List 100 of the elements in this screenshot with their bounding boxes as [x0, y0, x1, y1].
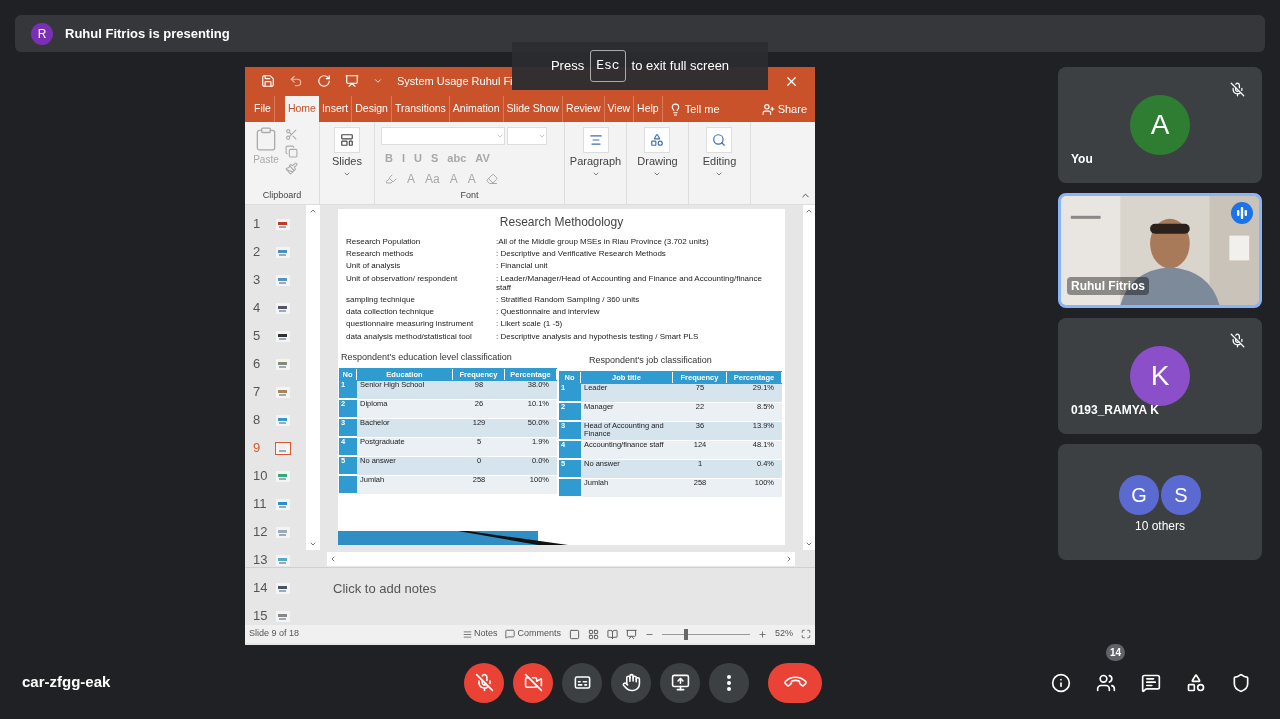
- reading-view-icon[interactable]: [607, 628, 618, 640]
- save-icon[interactable]: [261, 74, 275, 88]
- captions-button[interactable]: [562, 662, 602, 703]
- share-button[interactable]: Share: [759, 96, 809, 122]
- camera-button[interactable]: [513, 662, 553, 703]
- hint-text: Press: [550, 57, 585, 76]
- slide-thumbnail[interactable]: 8: [253, 411, 306, 429]
- slide-thumbnail[interactable]: 9: [253, 439, 306, 457]
- participant-tile[interactable]: A You: [1058, 67, 1262, 183]
- shapes-icon: [1186, 672, 1206, 693]
- slide-thumbnail[interactable]: 5: [253, 327, 306, 345]
- share-icon: [761, 102, 775, 116]
- undo-icon[interactable]: [289, 74, 303, 88]
- font-name-field[interactable]: [381, 127, 505, 145]
- slide-thumbnail[interactable]: 11: [253, 495, 306, 513]
- scroll-right-icon[interactable]: [785, 554, 793, 563]
- slide-thumbnail[interactable]: 7: [253, 383, 306, 401]
- slide-thumbnail[interactable]: 1: [253, 215, 306, 233]
- scroll-up-icon[interactable]: [309, 207, 317, 215]
- esc-key: Esc: [590, 50, 626, 82]
- end-call-button[interactable]: [768, 662, 822, 703]
- slide-counter: Slide 9 of 18: [249, 627, 300, 641]
- fit-slide-icon[interactable]: [801, 629, 811, 639]
- field-label: questionnaire measuring instrument: [346, 319, 475, 329]
- field-label: data analysis method/statistical tool: [346, 331, 473, 341]
- field-value: : Leader/Manager/Head of Accounting and Finance and Accounting/finance staff: [496, 273, 763, 292]
- field-value: : Stratified Random Sampling / 360 units: [496, 294, 641, 305]
- participant-tile[interactable]: Ruhul Fitrios: [1058, 193, 1262, 308]
- participant-name: 10 others: [1134, 518, 1185, 535]
- slide-thumbnail[interactable]: 6: [253, 355, 306, 373]
- comments-button[interactable]: Comments: [505, 627, 561, 641]
- avatar: G: [1119, 475, 1159, 515]
- font-size-field[interactable]: [507, 127, 547, 145]
- slide-thumbnail[interactable]: 2: [253, 243, 306, 261]
- shield-icon: [1231, 672, 1251, 693]
- field-value: : Likert scale (1 -5): [496, 319, 564, 329]
- more-icon: [727, 674, 731, 691]
- more-options-button[interactable]: [709, 662, 749, 703]
- tell-me-button[interactable]: Tell me: [664, 96, 724, 122]
- slide-thumbnail[interactable]: 13: [253, 551, 306, 569]
- mic-off-icon: [474, 673, 494, 692]
- zoom-in-icon[interactable]: [758, 629, 767, 639]
- field-value: : Questionnaire and interview: [496, 307, 601, 317]
- field-value: : Descriptive and Verificative Research Methods: [496, 249, 667, 259]
- raise-hand-button[interactable]: [611, 662, 651, 703]
- present-button[interactable]: [660, 662, 700, 703]
- table-title: Respondent's job classification: [588, 353, 713, 367]
- editing-button[interactable]: Editing: [702, 127, 737, 178]
- align-center-icon: [588, 133, 603, 147]
- field-label: Unit of observation/ respondent: [346, 273, 459, 285]
- zoom-thumb[interactable]: [684, 628, 688, 640]
- normal-view-icon[interactable]: [569, 628, 580, 640]
- field-value: : Descriptive analysis and hypothesis testing / Smart PLS: [496, 331, 700, 341]
- drawing-button[interactable]: Drawing: [637, 127, 678, 178]
- table-title: Respondent's education level classification: [340, 350, 513, 364]
- avatar: K: [1130, 346, 1190, 406]
- notes-icon: [462, 629, 472, 639]
- field-value: : Financial unit: [496, 261, 549, 271]
- redo-icon[interactable]: [317, 74, 331, 88]
- slideshow-view-icon[interactable]: [626, 628, 637, 640]
- presentation-icon[interactable]: [345, 74, 359, 88]
- slide-thumbnail[interactable]: 4: [253, 299, 306, 317]
- paragraph-button[interactable]: Paragraph: [569, 127, 622, 178]
- meeting-code: car-zfgg-eak: [22, 672, 111, 693]
- hint-text: to exit full screen: [631, 57, 730, 76]
- slide-thumbnail[interactable]: 15: [253, 607, 306, 625]
- scroll-down-icon[interactable]: [805, 540, 813, 548]
- participant-name: Ruhul Fitrios: [1067, 277, 1149, 295]
- scroll-up-icon[interactable]: [805, 207, 813, 215]
- field-label: data collection technique: [346, 307, 436, 317]
- shapes-icon: [650, 133, 665, 147]
- slide-thumbnail[interactable]: 10: [253, 467, 306, 485]
- slides-button[interactable]: Slides: [332, 127, 362, 178]
- ribbon-tab[interactable]: Home: [284, 96, 319, 122]
- slide-thumbnail[interactable]: 3: [253, 271, 306, 289]
- search-icon: [712, 133, 727, 147]
- slide-thumbnail[interactable]: 14: [253, 579, 306, 597]
- participant-tile[interactable]: G S 10 others: [1058, 444, 1262, 560]
- field-label: Unit of analysis: [346, 261, 402, 271]
- avatar: S: [1161, 475, 1201, 515]
- notes-placeholder[interactable]: Click to add notes: [333, 581, 437, 596]
- scroll-left-icon[interactable]: [329, 554, 337, 563]
- captions-icon: [572, 673, 592, 692]
- participant-tile[interactable]: K 0193_RAMYA K: [1058, 318, 1262, 434]
- slide-thumbnail[interactable]: 12: [253, 523, 306, 541]
- info-icon: [1051, 672, 1071, 693]
- slide-title: Research Methodology: [498, 214, 625, 231]
- scroll-down-icon[interactable]: [309, 540, 317, 548]
- microphone-button[interactable]: [464, 662, 504, 703]
- count-badge: 14: [1105, 643, 1125, 661]
- comment-icon: [505, 629, 516, 639]
- participant-name: You: [1071, 151, 1093, 168]
- slide-layout-icon: [340, 133, 354, 147]
- caret-icon[interactable]: [373, 76, 383, 86]
- camera-off-icon: [523, 673, 543, 692]
- sorter-view-icon[interactable]: [588, 628, 599, 640]
- zoom-slider[interactable]: [662, 628, 750, 640]
- group-label: Clipboard: [261, 188, 303, 202]
- avatar: A: [1130, 95, 1190, 155]
- notes-button[interactable]: Notes: [462, 627, 498, 641]
